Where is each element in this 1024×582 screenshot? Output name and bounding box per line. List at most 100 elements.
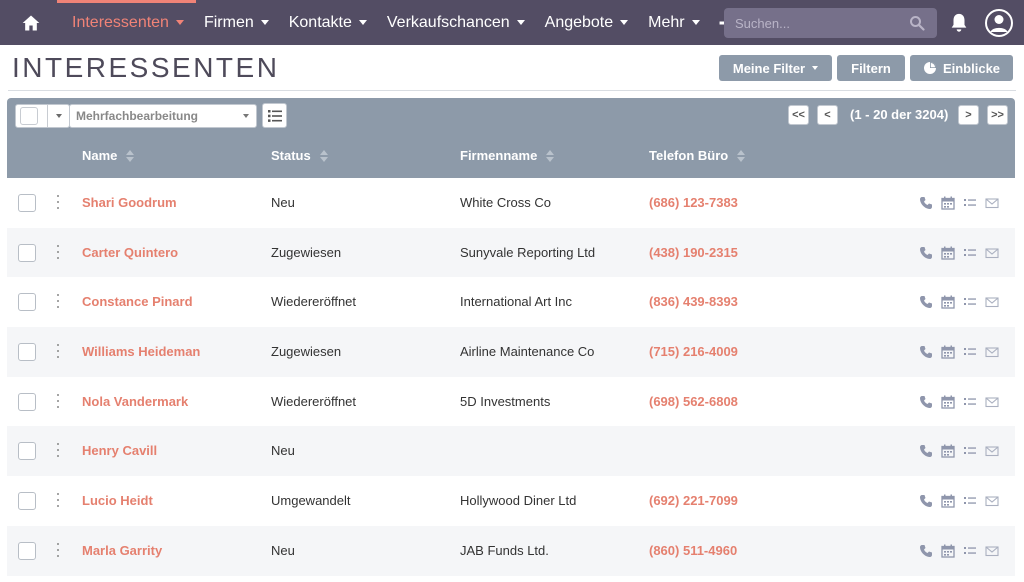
select-all-dropdown[interactable] — [15, 104, 70, 128]
search-input[interactable] — [724, 15, 899, 31]
insights-button[interactable]: Einblicke — [910, 55, 1013, 81]
chevron-down-icon — [691, 20, 700, 25]
table-row: Shari Goodrum Neu White Cross Co (686) 1… — [7, 178, 1015, 228]
task-list-icon[interactable] — [963, 246, 977, 260]
bell-icon[interactable] — [948, 12, 970, 34]
phone-icon[interactable] — [919, 395, 933, 409]
row-name-link[interactable]: Lucio Heidt — [82, 493, 153, 508]
row-status: Wiedereröffnet — [271, 393, 357, 409]
row-phone-link[interactable]: (836) 439-8393 — [649, 294, 738, 309]
row-menu-icon[interactable] — [56, 195, 60, 209]
task-list-icon[interactable] — [963, 196, 977, 210]
list-toolbar: Mehrfachbearbeitung << < (1 - 20 der 320… — [7, 98, 1015, 134]
home-button[interactable] — [0, 0, 62, 45]
column-chooser-button[interactable] — [262, 103, 287, 128]
nav-item-firmen[interactable]: Firmen — [194, 0, 279, 45]
row-phone-link[interactable]: (715) 216-4009 — [649, 344, 738, 359]
email-icon[interactable] — [985, 295, 999, 309]
row-checkbox[interactable] — [18, 243, 36, 262]
row-phone-link[interactable]: (686) 123-7383 — [649, 195, 738, 210]
calendar-icon[interactable] — [941, 395, 955, 409]
list-icon — [267, 109, 282, 122]
calendar-icon[interactable] — [941, 246, 955, 260]
task-list-icon[interactable] — [963, 494, 977, 508]
nav-item-interessenten[interactable]: Interessenten — [62, 0, 194, 45]
calendar-icon[interactable] — [941, 196, 955, 210]
row-menu-icon[interactable] — [56, 443, 60, 458]
column-header-company[interactable]: Firmenname — [460, 148, 555, 163]
bulk-action-dropdown[interactable]: Mehrfachbearbeitung — [69, 104, 257, 128]
search-icon[interactable] — [909, 15, 925, 31]
select-all-checkbox[interactable] — [20, 107, 38, 125]
row-checkbox[interactable] — [18, 541, 36, 560]
my-filter-button[interactable]: Meine Filter — [719, 55, 832, 81]
row-checkbox[interactable] — [18, 442, 36, 461]
task-list-icon[interactable] — [963, 395, 977, 409]
sort-icon — [546, 149, 555, 162]
calendar-icon[interactable] — [941, 295, 955, 310]
calendar-icon[interactable] — [941, 544, 955, 558]
row-menu-icon[interactable] — [56, 542, 60, 557]
row-menu-icon[interactable] — [56, 393, 60, 408]
phone-icon[interactable] — [919, 494, 933, 508]
row-phone-link[interactable]: (860) 511-4960 — [649, 543, 737, 558]
row-checkbox[interactable] — [18, 392, 36, 411]
row-name-link[interactable]: Henry Cavill — [82, 443, 157, 458]
task-list-icon[interactable] — [963, 544, 977, 558]
row-checkbox[interactable] — [18, 343, 36, 362]
row-checkbox[interactable] — [18, 293, 36, 312]
phone-icon[interactable] — [919, 196, 933, 210]
row-phone-link[interactable]: (438) 190-2315 — [649, 245, 738, 260]
search-box — [724, 8, 937, 38]
row-checkbox[interactable] — [18, 194, 36, 212]
email-icon[interactable] — [985, 345, 999, 359]
row-name-link[interactable]: Williams Heideman — [82, 344, 200, 359]
calendar-icon[interactable] — [941, 444, 955, 459]
row-menu-icon[interactable] — [56, 244, 60, 259]
row-checkbox[interactable] — [18, 492, 36, 511]
column-header-phone[interactable]: Telefon Büro — [649, 148, 746, 163]
calendar-icon[interactable] — [941, 494, 955, 508]
row-phone-link[interactable]: (692) 221-7099 — [649, 493, 738, 508]
table-row: Marla Garrity Neu JAB Funds Ltd. (860) 5… — [7, 525, 1015, 576]
row-name-link[interactable]: Nola Vandermark — [82, 394, 188, 409]
filter-button[interactable]: Filtern — [837, 55, 905, 81]
email-icon[interactable] — [985, 196, 999, 210]
email-icon[interactable] — [985, 395, 999, 409]
row-name-link[interactable]: Marla Garrity — [82, 543, 162, 558]
nav-item-mehr[interactable]: Mehr — [638, 0, 709, 45]
email-icon[interactable] — [985, 444, 999, 458]
nav-item-kontakte[interactable]: Kontakte — [279, 0, 377, 45]
phone-icon[interactable] — [919, 444, 933, 458]
first-page-button[interactable]: << — [788, 105, 809, 125]
email-icon[interactable] — [985, 246, 999, 260]
email-icon[interactable] — [985, 544, 999, 558]
row-menu-icon[interactable] — [56, 294, 60, 309]
phone-icon[interactable] — [919, 246, 933, 260]
task-list-icon[interactable] — [963, 444, 977, 458]
row-phone-link[interactable]: (698) 562-6808 — [649, 394, 738, 409]
table-row: Williams Heideman Zugewiesen Airline Mai… — [7, 327, 1015, 377]
table-row: Nola Vandermark Wiedereröffnet 5D Invest… — [7, 376, 1015, 427]
nav-item-verkaufschancen[interactable]: Verkaufschancen — [377, 0, 535, 45]
phone-icon[interactable] — [919, 295, 933, 309]
nav-item-angebote[interactable]: Angebote — [535, 0, 639, 45]
row-name-link[interactable]: Constance Pinard — [82, 294, 193, 309]
row-menu-icon[interactable] — [56, 344, 60, 359]
email-icon[interactable] — [985, 494, 999, 508]
prev-page-button[interactable]: < — [817, 105, 838, 125]
calendar-icon[interactable] — [941, 345, 955, 359]
next-page-button[interactable]: > — [958, 105, 979, 125]
user-icon[interactable] — [984, 8, 1014, 38]
task-list-icon[interactable] — [963, 295, 977, 309]
phone-icon[interactable] — [919, 544, 933, 558]
row-name-link[interactable]: Shari Goodrum — [82, 195, 177, 210]
pagination-range: (1 - 20 der 3204) — [850, 107, 949, 122]
phone-icon[interactable] — [919, 345, 933, 359]
row-name-link[interactable]: Carter Quintero — [82, 245, 178, 260]
last-page-button[interactable]: >> — [987, 105, 1008, 125]
task-list-icon[interactable] — [963, 345, 977, 359]
column-header-name[interactable]: Name — [82, 148, 135, 163]
row-menu-icon[interactable] — [56, 493, 60, 508]
column-header-status[interactable]: Status — [271, 148, 328, 163]
